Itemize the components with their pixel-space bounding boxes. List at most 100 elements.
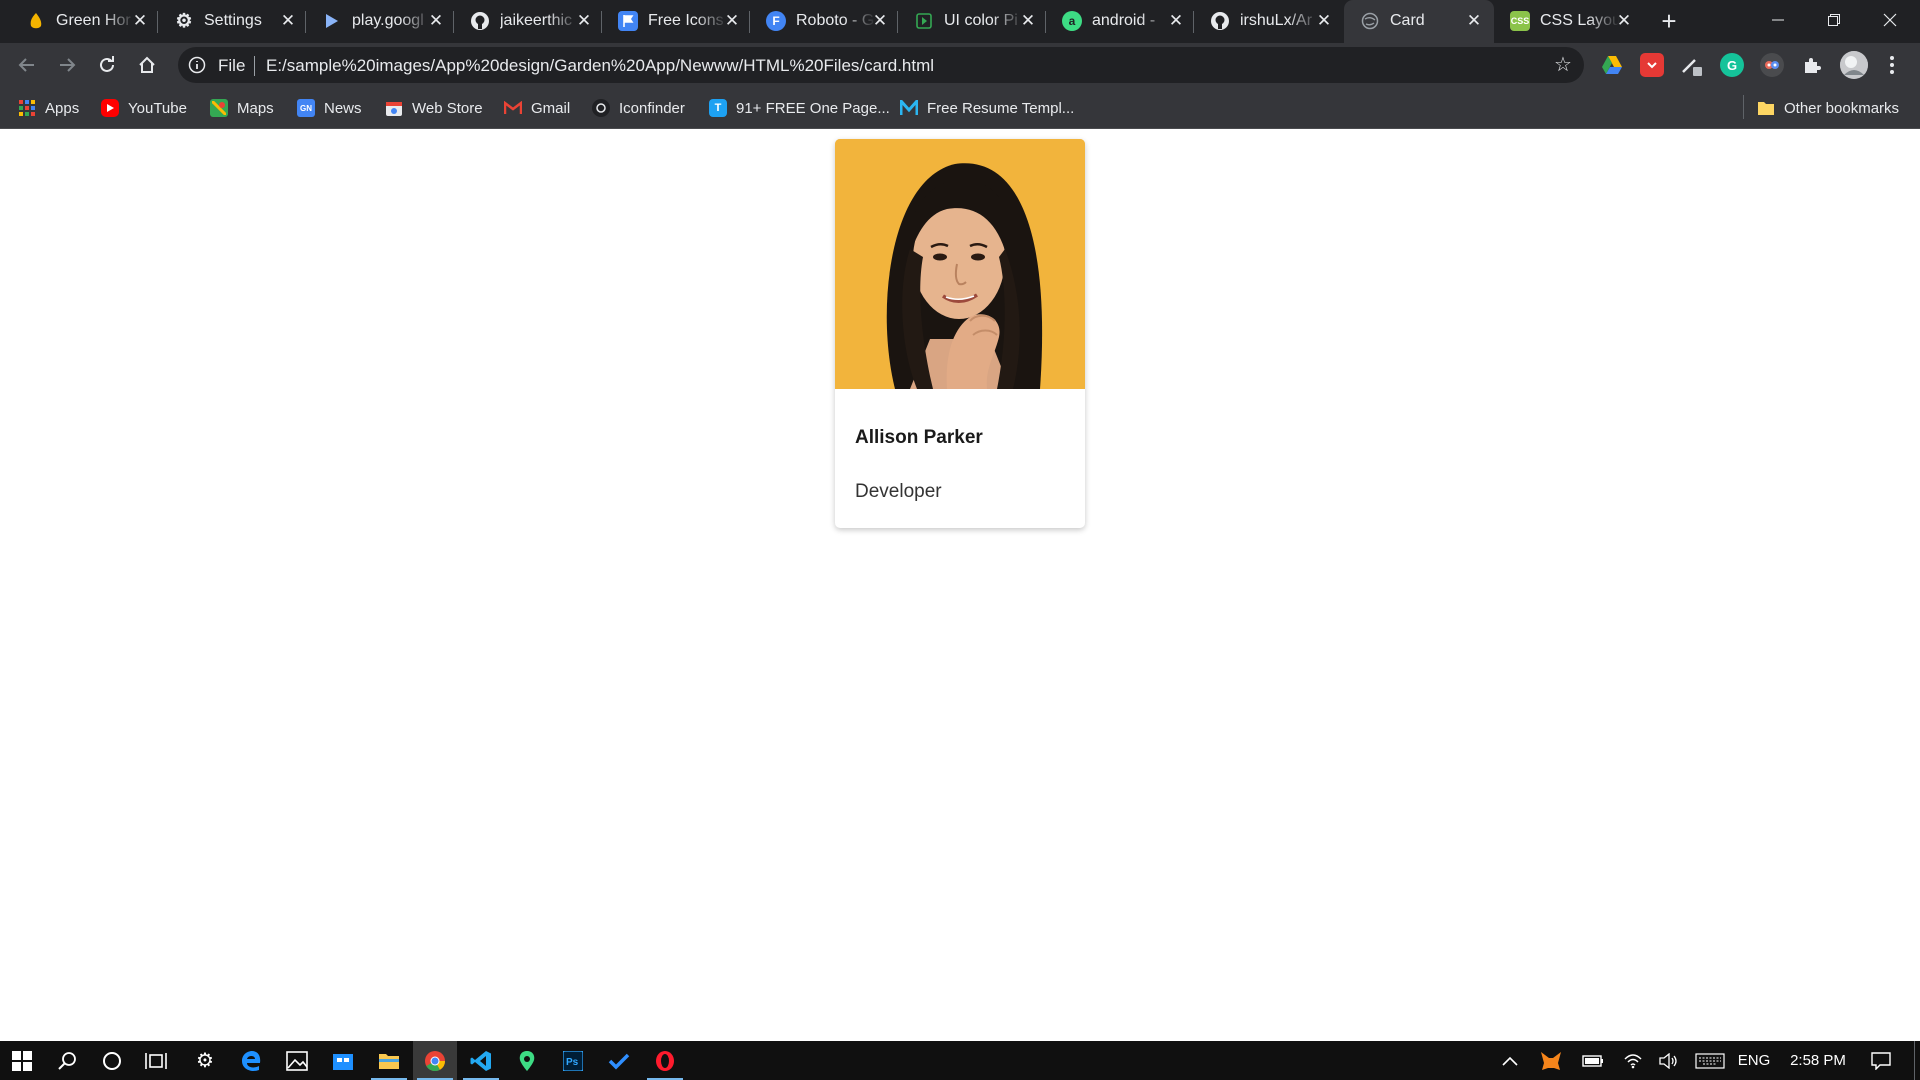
home-button[interactable]	[132, 50, 162, 80]
restore-button[interactable]	[1806, 0, 1862, 40]
flag-icon	[618, 11, 638, 31]
close-icon[interactable]: ✕	[870, 11, 890, 31]
tab-android[interactable]: a android - ✕	[1046, 0, 1194, 43]
taskbar-store[interactable]	[321, 1041, 365, 1080]
taskbar-vscode[interactable]	[459, 1041, 503, 1080]
close-icon[interactable]: ✕	[1464, 11, 1484, 31]
close-icon[interactable]: ✕	[1166, 11, 1186, 31]
bookmark-apps[interactable]: Apps	[18, 96, 79, 120]
folder-icon	[379, 1053, 399, 1069]
close-icon[interactable]: ✕	[722, 11, 742, 31]
taskbar-file-explorer[interactable]	[367, 1041, 411, 1080]
owl-extension-icon[interactable]	[1760, 53, 1784, 77]
taskbar-opera[interactable]	[643, 1041, 687, 1080]
close-window-button[interactable]	[1862, 0, 1918, 40]
reload-button[interactable]	[92, 50, 122, 80]
bookmark-free-resume-templates[interactable]: Free Resume Templ...	[900, 96, 1074, 120]
touch-keyboard-tray[interactable]	[1690, 1041, 1730, 1080]
taskbar-todo[interactable]	[597, 1041, 641, 1080]
info-icon[interactable]	[188, 56, 206, 74]
google-drive-icon[interactable]	[1600, 53, 1624, 77]
reload-icon	[100, 56, 114, 72]
back-button[interactable]	[12, 50, 42, 80]
tab-title: Settings	[204, 12, 262, 29]
taskbar-settings[interactable]: ⚙	[183, 1041, 227, 1080]
star-icon[interactable]: ☆	[1552, 54, 1574, 76]
globe-icon	[1360, 11, 1380, 31]
start-button[interactable]	[0, 1041, 44, 1080]
bookmark-maps[interactable]: Maps	[210, 96, 274, 120]
system-clock[interactable]: 2:58 PM	[1782, 1041, 1854, 1080]
github-icon	[470, 11, 490, 31]
menu-dots-icon[interactable]	[1880, 53, 1904, 77]
profile-avatar[interactable]	[1840, 51, 1868, 79]
show-hidden-icons[interactable]	[1496, 1041, 1524, 1080]
minimize-button[interactable]	[1750, 0, 1806, 40]
volume-tray[interactable]	[1652, 1041, 1686, 1080]
home-icon	[139, 56, 155, 73]
url-text[interactable]: E:/sample%20images/App%20design/Garden%2…	[266, 56, 934, 76]
opera-icon	[656, 1050, 674, 1071]
t-icon: T	[709, 99, 727, 117]
close-icon[interactable]: ✕	[278, 11, 298, 31]
bookmark-news[interactable]: GN News	[297, 96, 362, 120]
bookmark-iconfinder[interactable]: Iconfinder	[592, 96, 685, 120]
tab-strip: Green Hor ✕ ⚙ Settings ✕ play.googl ✕ ja…	[0, 0, 1920, 43]
taskbar-edge[interactable]	[229, 1041, 273, 1080]
forward-button[interactable]	[52, 50, 82, 80]
tab-github-jaikeerthic[interactable]: jaikeerthic ✕	[454, 0, 602, 43]
taskbar-photos[interactable]	[275, 1041, 319, 1080]
fox-icon	[1541, 1051, 1561, 1070]
tab-title: UI color Pi	[944, 12, 1018, 29]
close-icon[interactable]: ✕	[574, 11, 594, 31]
input-language[interactable]: ENG	[1734, 1041, 1774, 1080]
other-bookmarks[interactable]: Other bookmarks	[1757, 96, 1899, 120]
cortana-icon	[103, 1051, 121, 1070]
new-tab-button[interactable]: +	[1656, 8, 1682, 35]
cortana-button[interactable]	[90, 1041, 134, 1080]
close-icon[interactable]: ✕	[1614, 11, 1634, 31]
taskbar-photoshop[interactable]: Ps	[551, 1041, 595, 1080]
address-bar[interactable]: File E:/sample%20images/App%20design/Gar…	[178, 47, 1584, 83]
profile-role: Developer	[855, 481, 942, 502]
grammarly-icon[interactable]: G	[1720, 53, 1744, 77]
pocket-icon[interactable]	[1640, 53, 1664, 77]
search-button[interactable]	[46, 1041, 90, 1080]
puzzle-extensions-icon[interactable]	[1800, 53, 1824, 77]
browser-toolbar: File E:/sample%20images/App%20design/Gar…	[0, 43, 1920, 87]
close-icon[interactable]: ✕	[1314, 11, 1334, 31]
tab-css-layout[interactable]: CSS CSS Layou ✕	[1494, 0, 1642, 43]
close-icon[interactable]: ✕	[426, 11, 446, 31]
battery-tray[interactable]	[1576, 1041, 1610, 1080]
wifi-tray[interactable]	[1616, 1041, 1650, 1080]
tab-ui-color-picker[interactable]: UI color Pi ✕	[898, 0, 1046, 43]
action-center-button[interactable]	[1864, 1041, 1898, 1080]
tab-settings[interactable]: ⚙ Settings ✕	[158, 0, 306, 43]
taskbar-chrome[interactable]	[413, 1041, 457, 1080]
metamask-tray[interactable]	[1534, 1041, 1568, 1080]
profile-name: Allison Parker	[855, 427, 983, 448]
tab-title: Roboto - G	[796, 12, 875, 29]
bookmark-91-free-one-page[interactable]: T 91+ FREE One Page...	[709, 96, 890, 120]
tab-green-house[interactable]: Green Hor ✕	[10, 0, 158, 43]
bookmark-label: Web Store	[412, 99, 483, 117]
tab-title: android -	[1092, 12, 1156, 29]
task-view-button[interactable]	[134, 1041, 178, 1080]
tab-free-icons[interactable]: Free Icons ✕	[602, 0, 750, 43]
bookmark-gmail[interactable]: Gmail	[504, 96, 570, 120]
minimize-icon	[1772, 19, 1784, 21]
apps-grid-icon	[18, 99, 36, 117]
taskbar-green-app[interactable]	[505, 1041, 549, 1080]
bookmark-youtube[interactable]: YouTube	[101, 96, 187, 120]
bookmark-web-store[interactable]: Web Store	[385, 96, 483, 120]
close-icon[interactable]: ✕	[130, 11, 150, 31]
android-icon: a	[1062, 11, 1082, 31]
tab-roboto[interactable]: F Roboto - G ✕	[750, 0, 898, 43]
pen-extension-icon[interactable]	[1680, 53, 1704, 77]
profile-photo	[835, 139, 1085, 389]
show-desktop-button[interactable]	[1914, 1041, 1915, 1080]
tab-github-irshulx[interactable]: irshuLx/Ar ✕	[1194, 0, 1342, 43]
tab-play-google[interactable]: play.googl ✕	[306, 0, 454, 43]
tab-card[interactable]: Card ✕	[1344, 0, 1494, 43]
close-icon[interactable]: ✕	[1018, 11, 1038, 31]
